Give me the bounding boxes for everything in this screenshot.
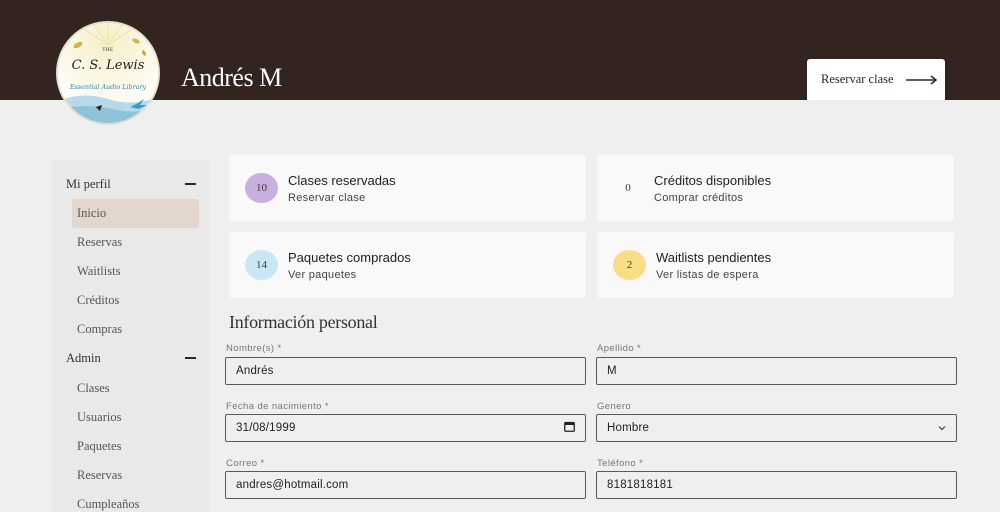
sidebar-item-inicio[interactable]: Inicio [72,199,199,228]
correo-label: Correo * [226,458,265,469]
collapse-minus-icon[interactable] [185,183,196,185]
card-paquetes-comprados[interactable]: 14 Paquetes comprados Ver paquetes [229,232,586,298]
sidebar-item-admin-reservas[interactable]: Reservas [72,461,199,490]
sidebar-section-label: Admin [66,350,101,365]
sidebar-item-label: Reservas [77,468,123,482]
sidebar-section-label: Mi perfil [66,176,111,191]
correo-value: andres@hotmail.com [236,479,349,491]
sidebar-section-mi-perfil[interactable]: Mi perfil [66,174,196,194]
sidebar-item-label: Waitlists [77,264,121,278]
count-badge: 0 [625,182,631,194]
sidebar-item-usuarios[interactable]: Usuarios [72,403,199,432]
sidebar-item-waitlists[interactable]: Waitlists [72,257,199,286]
card-link[interactable]: Ver paquetes [288,269,411,281]
brand-logo[interactable] [56,21,160,125]
card-link[interactable]: Ver listas de espera [656,269,771,281]
correo-input[interactable]: andres@hotmail.com [225,471,586,499]
nombre-value: Andrés [236,365,274,377]
sidebar-item-paquetes[interactable]: Paquetes [72,432,199,461]
sidebar-item-compras[interactable]: Compras [72,315,199,344]
sidebar: Mi perfil Inicio Reservas Waitlists Créd… [52,160,209,512]
fecha-nacimiento-value: 31/08/1999 [236,422,296,434]
sidebar-item-label: Inicio [77,206,107,220]
count-badge: 10 [245,173,278,203]
sidebar-item-label: Usuarios [77,410,122,424]
apellido-input[interactable]: M [596,357,957,385]
telefono-value: 8181818181 [607,479,673,491]
fecha-nacimiento-label: Fecha de nacimiento * [226,401,329,412]
arrow-right-icon [905,74,938,85]
sidebar-item-label: Paquetes [77,439,122,453]
section-title-informacion-personal: Información personal [229,312,378,332]
card-title: Waitlists pendientes [656,249,772,265]
sidebar-item-creditos[interactable]: Créditos [72,286,199,315]
reserve-class-label: Reservar clase [821,72,894,86]
sidebar-item-label: Cumpleaños [77,497,140,511]
sidebar-item-label: Créditos [77,293,120,307]
logo-artwork [58,23,158,123]
telefono-input[interactable]: 8181818181 [596,471,957,499]
sidebar-item-label: Clases [77,381,110,395]
sidebar-section-admin[interactable]: Admin [66,348,196,368]
sidebar-item-cumpleanos[interactable]: Cumpleaños [72,490,199,512]
card-title: Paquetes comprados [288,249,411,265]
card-creditos-disponibles[interactable]: 0 Créditos disponibles Comprar créditos [597,155,954,221]
apellido-label: Apellido * [597,343,642,354]
nombre-label: Nombre(s) * [226,343,282,354]
genero-label: Genero [597,401,632,412]
sidebar-item-reservas[interactable]: Reservas [72,228,199,257]
user-display-name: Andrés M [181,63,282,92]
genero-value: Hombre [607,422,650,434]
sidebar-item-clases[interactable]: Clases [72,374,199,403]
sidebar-item-label: Compras [77,322,123,336]
count-badge: 2 [613,250,646,280]
card-waitlists-pendientes[interactable]: 2 Waitlists pendientes Ver listas de esp… [597,232,954,298]
nombre-input[interactable]: Andrés [225,357,586,385]
genero-select[interactable]: Hombre [596,414,957,442]
card-title: Clases reservadas [288,172,396,188]
count-badge: 14 [245,250,278,280]
card-clases-reservadas[interactable]: 10 Clases reservadas Reservar clase [229,155,586,221]
telefono-label: Teléfono * [597,458,644,469]
sidebar-item-label: Reservas [77,235,123,249]
chevron-down-icon [938,422,946,434]
card-link[interactable]: Comprar créditos [654,192,771,204]
collapse-minus-icon[interactable] [185,357,196,359]
apellido-value: M [607,365,617,377]
fecha-nacimiento-input[interactable]: 31/08/1999 [225,414,586,442]
calendar-icon[interactable] [564,421,575,435]
reserve-class-button[interactable]: Reservar clase [807,59,945,100]
card-link[interactable]: Reservar clase [288,192,396,204]
card-title: Créditos disponibles [654,172,772,188]
